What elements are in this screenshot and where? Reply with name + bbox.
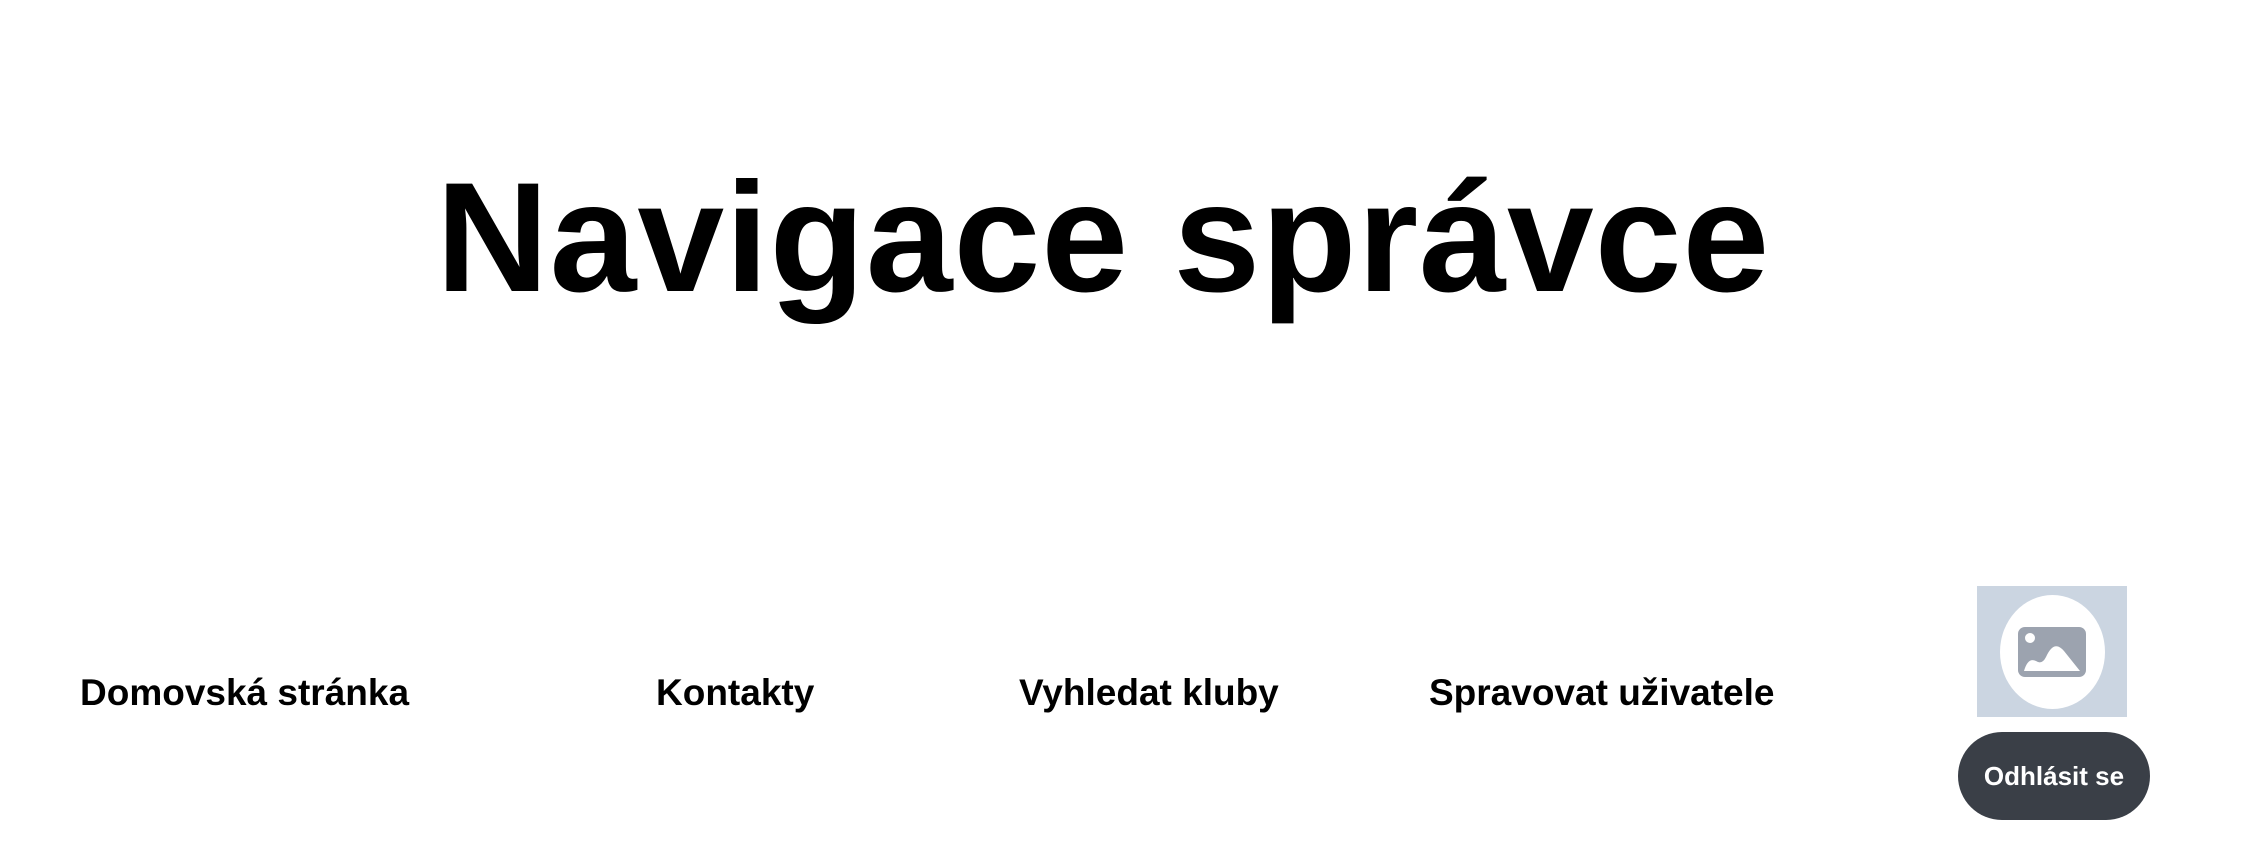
- page-title: Navigace správce: [436, 151, 1771, 325]
- logout-button[interactable]: Odhlásit se: [1958, 732, 2150, 820]
- nav-link-contacts[interactable]: Kontakty: [656, 674, 814, 711]
- avatar-circle: [1999, 594, 2105, 709]
- nav-link-home[interactable]: Domovská stránka: [80, 674, 409, 711]
- nav-link-search-clubs[interactable]: Vyhledat kluby: [1019, 674, 1279, 711]
- image-placeholder-icon: [2018, 626, 2086, 677]
- avatar: [1977, 586, 2127, 717]
- nav-link-manage-users[interactable]: Spravovat uživatele: [1429, 674, 1774, 711]
